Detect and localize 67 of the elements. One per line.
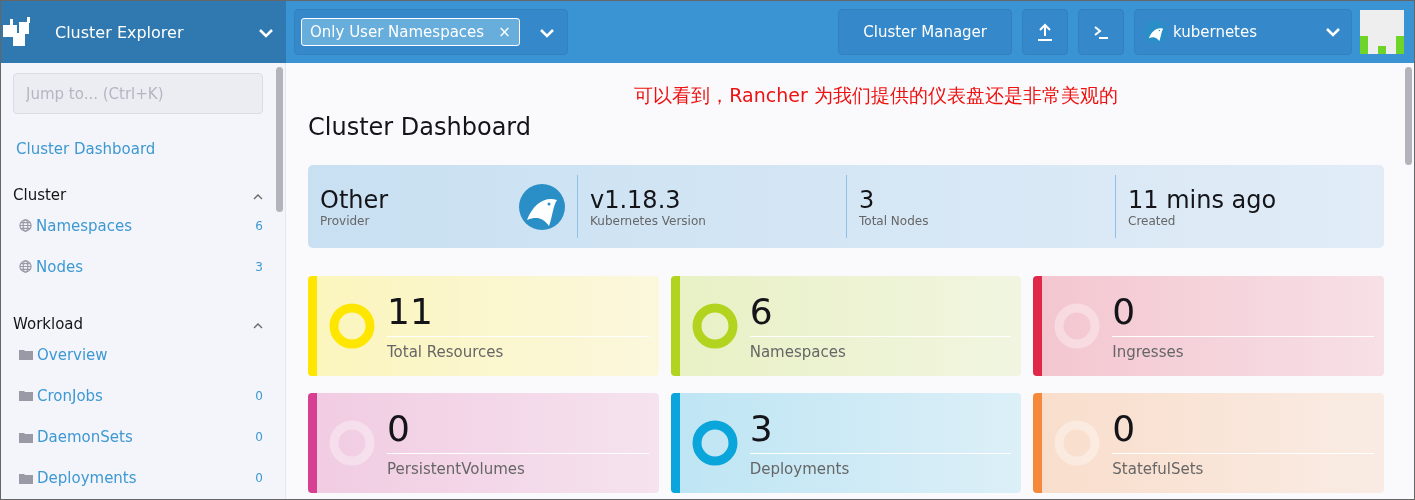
page-title: Cluster Dashboard: [308, 113, 533, 141]
group-title[interactable]: Workload: [13, 314, 84, 333]
product-title: Cluster Explorer: [55, 22, 185, 42]
logo-icon: [1, 17, 33, 47]
summary-label: Created: [1128, 213, 1177, 228]
folder-icon: [19, 349, 33, 361]
cluster-icon: [1145, 21, 1167, 43]
item-count: 0: [255, 471, 263, 486]
resource-card[interactable]: 3 Deployments: [670, 393, 1022, 493]
nav-link[interactable]: Deployments: [37, 469, 256, 488]
summary-label: Kubernetes Version: [590, 213, 707, 228]
resource-label: Ingresses: [1112, 343, 1185, 361]
namespace-chip: Only User Namespaces ×: [301, 18, 520, 46]
scrollbar-thumb[interactable]: [276, 67, 283, 212]
resource-card[interactable]: 11 Total Resources: [308, 276, 659, 376]
collapse-icon[interactable]: [253, 323, 263, 330]
nav-link[interactable]: Overview: [37, 345, 263, 364]
annotation-text: 可以看到，Rancher 为我们提供的仪表盘还是非常美观的: [634, 83, 1118, 105]
folder-icon: [19, 390, 33, 402]
resource-card[interactable]: 0 Ingresses: [1033, 276, 1384, 376]
folder-icon: [19, 472, 33, 484]
cluster-selector[interactable]: kubernetes: [1134, 9, 1352, 55]
nav-link[interactable]: Namespaces: [36, 216, 256, 235]
globe-icon: [19, 219, 32, 233]
collapse-icon[interactable]: [253, 194, 263, 201]
terminal-icon: [1093, 24, 1109, 40]
item-count: 0: [255, 430, 263, 445]
folder-icon: [19, 431, 33, 443]
resource-count: 6: [749, 291, 1012, 337]
resource-label: PersistentVolumes: [387, 460, 526, 478]
item-count: 0: [255, 388, 263, 403]
resource-card[interactable]: 0 PersistentVolumes: [308, 393, 659, 493]
dashboard-link[interactable]: Cluster Dashboard: [16, 140, 263, 159]
resource-label: Total Resources: [387, 343, 505, 361]
chevron-down-icon[interactable]: [539, 27, 555, 38]
summary-value: Other: [320, 185, 390, 214]
group-title[interactable]: Cluster: [13, 185, 67, 204]
resource-card[interactable]: 0 StatefulSets: [1033, 393, 1384, 493]
resource-count: 0: [387, 408, 649, 454]
penguin-icon: [519, 183, 565, 230]
product-menu-icon[interactable]: [258, 27, 274, 38]
summary-value: 3: [859, 185, 876, 214]
chevron-down-icon[interactable]: [1325, 27, 1341, 37]
upload-icon: [1037, 23, 1053, 41]
item-count: 3: [255, 259, 263, 274]
resource-count: 0: [1112, 291, 1374, 337]
scrollbar-thumb[interactable]: [1405, 67, 1412, 165]
resource-label: Namespaces: [749, 343, 847, 361]
nav-link[interactable]: Nodes: [36, 257, 256, 276]
resource-count: 11: [387, 291, 649, 337]
resource-card[interactable]: 6 Namespaces: [670, 276, 1022, 376]
nav-link[interactable]: DaemonSets: [37, 428, 256, 447]
summary-label: Total Nodes: [859, 213, 930, 228]
import-button[interactable]: [1022, 9, 1068, 55]
resource-label: StatefulSets: [1112, 460, 1205, 478]
summary-value: 11 mins ago: [1128, 185, 1278, 214]
resource-count: 3: [749, 408, 1012, 454]
item-count: 6: [255, 218, 263, 233]
resource-label: Deployments: [749, 460, 851, 478]
nav-link[interactable]: CronJobs: [37, 386, 256, 405]
resource-count: 0: [1112, 408, 1374, 454]
summary-label: Provider: [320, 213, 371, 228]
shell-button[interactable]: [1078, 9, 1124, 55]
summary-value: v1.18.3: [590, 185, 682, 214]
namespace-filter[interactable]: Only User Namespaces ×: [294, 9, 568, 55]
cluster-manager-button[interactable]: Cluster Manager: [838, 9, 1012, 55]
globe-icon: [19, 260, 32, 274]
